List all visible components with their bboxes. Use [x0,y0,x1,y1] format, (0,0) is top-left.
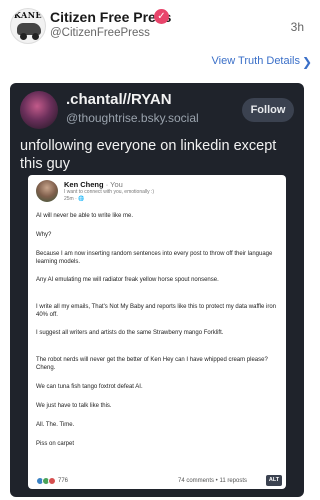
post-paragraph: Piss on carpet [36,441,75,447]
wheel-icon [32,33,39,40]
inner-author-name-text: Ken Cheng [64,180,104,189]
avatar-logo-text: KANE [13,10,43,20]
wheel-icon [20,33,27,40]
embed-avatar [20,91,58,129]
love-reaction-icon [48,477,56,485]
post-paragraph: I write all my emails, That's Not My Bab… [36,304,277,318]
inner-timestamp: 25m · 🌐 [64,196,85,202]
verified-badge-icon: ✓ [154,9,169,24]
post-paragraph: We can tuna fish tango foxtrot defeat AI… [36,384,143,390]
comment-repost-stats: 74 comments • 11 reposts [178,478,248,484]
inner-author-name: Ken Cheng · You [64,180,123,189]
post-header: KANE Citizen Free Press ✓ @CitizenFreePr… [0,0,314,52]
embed-author-name: .chantal//RYAN [66,91,172,108]
inner-avatar [36,180,58,202]
linkedin-post-screenshot: Ken Cheng · You I want to connect with y… [28,175,286,489]
embedded-image[interactable]: .chantal//RYAN @thoughtrise.bsky.social … [10,83,304,497]
truth-post: KANE Citizen Free Press ✓ @CitizenFreePr… [0,0,314,500]
follow-button: Follow [242,98,294,122]
avatar[interactable]: KANE [10,8,46,44]
reaction-count: 776 [58,478,69,484]
post-paragraph: Because I am now inserting random senten… [36,251,273,265]
post-timestamp[interactable]: 3h [291,20,304,34]
post-paragraph: AI will never be able to write like me. [36,213,134,219]
embed-post-text: unfollowing everyone on linkedin except … [20,138,277,172]
post-paragraph: Why? [36,232,52,238]
view-truth-details-link[interactable]: View Truth Details [212,55,300,67]
post-paragraph: I suggest all writers and artists do the… [36,330,224,336]
chevron-right-icon[interactable]: ❯ [302,55,312,69]
author-handle[interactable]: @CitizenFreePress [50,27,150,39]
inner-you-label: · You [105,180,123,189]
embed-author-handle: @thoughtrise.bsky.social [66,111,199,125]
post-paragraph: All. The. Time. [36,422,75,428]
inner-tagline: I want to connect with you, emotionally … [64,189,155,195]
post-paragraph: The robot nerds will never get the bette… [36,357,268,371]
post-paragraph: Any AI emulating me will radiator freak … [36,277,219,283]
alt-text-badge[interactable]: ALT [266,475,282,486]
post-paragraph: We just have to talk like this. [36,403,112,409]
